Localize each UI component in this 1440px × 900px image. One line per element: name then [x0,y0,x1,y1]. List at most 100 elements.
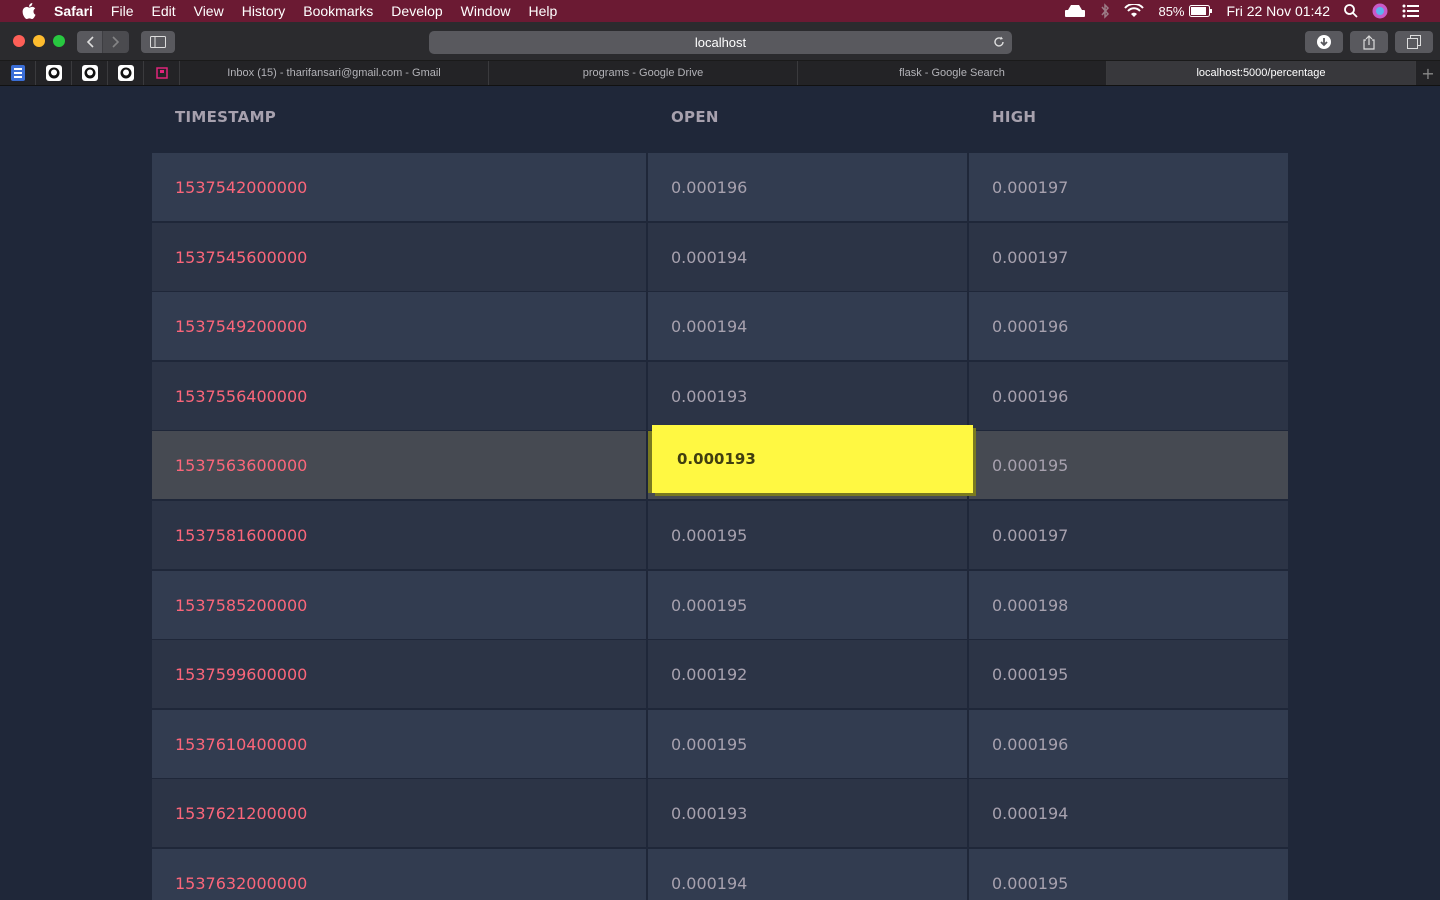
pinned-tab-github-2[interactable] [72,61,108,85]
reload-icon[interactable] [992,35,1006,49]
address-bar[interactable]: localhost [429,31,1012,54]
menu-bookmarks[interactable]: Bookmarks [303,3,373,19]
drive-icon[interactable] [1064,4,1086,18]
tab-google-search[interactable]: flask - Google Search [798,61,1107,85]
bluetooth-icon[interactable] [1100,3,1110,19]
table-row[interactable]: 1537549200000 0.000194 0.000196 [152,292,1288,360]
menu-edit[interactable]: Edit [151,3,175,19]
high-cell[interactable]: 0.000196 [969,710,1288,778]
high-cell[interactable]: 0.000195 [969,431,1288,499]
menu-help[interactable]: Help [528,3,557,19]
high-cell[interactable]: 0.000197 [969,501,1288,569]
high-cell[interactable]: 0.000195 [969,640,1288,708]
high-cell[interactable]: 0.000196 [969,292,1288,360]
back-button[interactable] [77,31,103,53]
clock[interactable]: Fri 22 Nov 01:42 [1227,3,1331,19]
tab-google-drive[interactable]: programs - Google Drive [489,61,798,85]
github-icon [81,65,98,81]
table-header: TIMESTAMP OPEN HIGH [152,86,1288,152]
menu-develop[interactable]: Develop [391,3,442,19]
apple-icon[interactable] [20,2,38,20]
tab-label: Inbox (15) - tharifansari@gmail.com - Gm… [227,67,441,79]
tab-label: programs - Google Drive [582,67,704,79]
table-row[interactable]: 1537542000000 0.000196 0.000197 [152,153,1288,221]
table-row[interactable]: 1537581600000 0.000195 0.000197 [152,501,1288,569]
timestamp-cell[interactable]: 1537585200000 [152,571,646,639]
open-cell[interactable]: 0.000192 [648,640,967,708]
timestamp-cell[interactable]: 1537632000000 [152,849,646,900]
high-cell[interactable]: 0.000194 [969,779,1288,847]
header-high: HIGH [992,108,1037,126]
highlighted-cell[interactable]: 0.000193 [648,425,973,493]
menu-window[interactable]: Window [461,3,511,19]
show-all-tabs-button[interactable] [1395,31,1433,53]
wifi-icon[interactable] [1124,4,1145,18]
share-icon [1363,34,1375,50]
table-row[interactable]: 1537545600000 0.000194 0.000197 [152,223,1288,291]
web-page: TIMESTAMP OPEN HIGH 1537542000000 0.00019… [0,86,1440,900]
menu-file[interactable]: File [111,3,134,19]
spotlight-search-icon[interactable] [1344,4,1358,18]
table-row[interactable]: 1537610400000 0.000195 0.000196 [152,710,1288,778]
timestamp-cell[interactable]: 1537545600000 [152,223,646,291]
table-row[interactable]: 1537599600000 0.000192 0.000195 [152,640,1288,708]
sidebar-icon [150,36,166,48]
timestamp-cell[interactable]: 1537549200000 [152,292,646,360]
tab-label: localhost:5000/percentage [1196,67,1326,79]
navigation-buttons [77,31,129,53]
tab-label: flask - Google Search [899,67,1005,79]
open-cell[interactable]: 0.000195 [648,571,967,639]
github-icon [117,65,134,81]
header-open: OPEN [671,108,719,126]
stack-icon [10,65,25,81]
open-cell[interactable]: 0.000194 [648,849,967,900]
menu-view[interactable]: View [194,3,224,19]
fullscreen-window-button[interactable] [53,35,65,47]
minimize-window-button[interactable] [33,35,45,47]
high-cell[interactable]: 0.000195 [969,849,1288,900]
new-tab-button[interactable]: + [1416,61,1440,85]
timestamp-cell[interactable]: 1537563600000 [152,431,646,499]
battery-percent: 85% [1158,3,1185,19]
table-row[interactable]: 1537632000000 0.000194 0.000195 [152,849,1288,900]
open-cell[interactable]: 0.000195 [648,501,967,569]
high-cell[interactable]: 0.000198 [969,571,1288,639]
high-cell[interactable]: 0.000197 [969,153,1288,221]
open-cell[interactable]: 0.000195 [648,710,967,778]
table-row[interactable]: 1537585200000 0.000195 0.000198 [152,571,1288,639]
open-cell[interactable]: 0.000194 [648,223,967,291]
close-window-button[interactable] [13,35,25,47]
timestamp-cell[interactable]: 1537542000000 [152,153,646,221]
pinned-tab-5[interactable] [144,61,180,85]
downloads-button[interactable] [1305,31,1343,53]
tab-bar: Inbox (15) - tharifansari@gmail.com - Gm… [0,61,1440,86]
open-cell[interactable]: 0.000193 [648,362,967,430]
siri-icon[interactable] [1372,3,1388,19]
pinned-tab-github-1[interactable] [36,61,72,85]
download-icon [1317,35,1331,49]
timestamp-cell[interactable]: 1537621200000 [152,779,646,847]
timestamp-cell[interactable]: 1537581600000 [152,501,646,569]
show-sidebar-button[interactable] [141,31,175,53]
high-cell[interactable]: 0.000196 [969,362,1288,430]
timestamp-cell[interactable]: 1537599600000 [152,640,646,708]
tab-gmail[interactable]: Inbox (15) - tharifansari@gmail.com - Gm… [180,61,489,85]
notification-center-icon[interactable] [1402,4,1420,18]
open-cell[interactable]: 0.000196 [648,153,967,221]
timestamp-cell[interactable]: 1537610400000 [152,710,646,778]
share-button[interactable] [1350,31,1388,53]
table-row[interactable]: 1537621200000 0.000193 0.000194 [152,779,1288,847]
high-cell[interactable]: 0.000197 [969,223,1288,291]
battery-icon[interactable] [1188,5,1213,17]
pinned-tab-1[interactable] [0,61,36,85]
open-cell[interactable]: 0.000193 [648,779,967,847]
forward-button[interactable] [103,31,129,53]
timestamp-cell[interactable]: 1537556400000 [152,362,646,430]
safari-toolbar: localhost [0,22,1440,61]
tab-localhost-percentage[interactable]: localhost:5000/percentage [1107,61,1416,85]
menu-history[interactable]: History [242,3,286,19]
table-row[interactable]: 1537556400000 0.000193 0.000196 [152,362,1288,430]
pinned-tab-github-3[interactable] [108,61,144,85]
menu-app-name[interactable]: Safari [54,3,93,19]
open-cell[interactable]: 0.000194 [648,292,967,360]
